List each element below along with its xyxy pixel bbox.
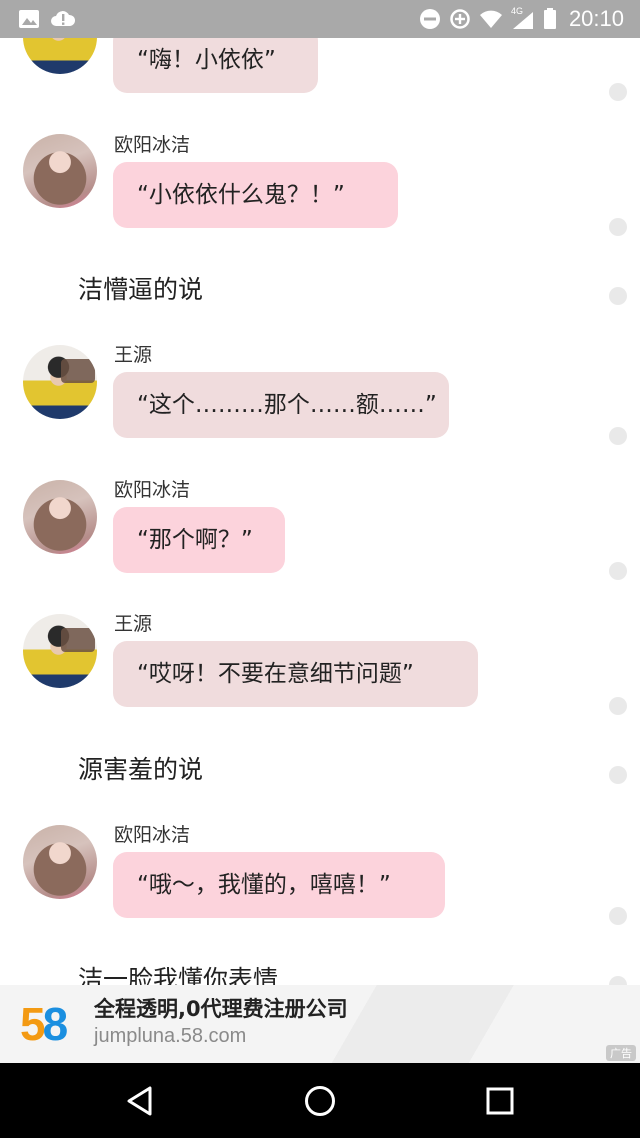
- narration-text: 源害羞的说: [78, 755, 204, 784]
- home-icon[interactable]: [302, 1083, 338, 1119]
- sender-name: 王源: [114, 613, 153, 635]
- ad-title[interactable]: 全程透明,0代理费注册公司: [94, 993, 348, 1023]
- scroll-dot: [609, 976, 627, 985]
- avatar-wang[interactable]: [23, 614, 97, 688]
- navigation-bar: [0, 1063, 640, 1138]
- scroll-dot: [609, 697, 627, 715]
- scroll-dot: [609, 907, 627, 925]
- image-icon: [19, 10, 39, 28]
- narration-text: 洁一脸我懂你表情: [78, 965, 279, 985]
- sender-name: 欧阳冰洁: [114, 824, 191, 846]
- ad-url[interactable]: jumpluna.58.com: [94, 1025, 246, 1048]
- data-saver-icon: [450, 9, 470, 29]
- ad-logo-58: 58: [20, 998, 68, 1050]
- avatar-ouyang[interactable]: [23, 480, 97, 554]
- scroll-dot: [609, 83, 627, 101]
- back-icon[interactable]: [122, 1083, 158, 1119]
- sender-name: 欧阳冰洁: [114, 479, 191, 501]
- scroll-dot: [609, 562, 627, 580]
- scroll-dot: [609, 427, 627, 445]
- network-type: 4G: [511, 6, 535, 30]
- narration-text: 洁懵逼的说: [78, 275, 204, 304]
- message-bubble[interactable]: “那个啊？”: [113, 507, 285, 573]
- avatar-ouyang[interactable]: [23, 825, 97, 899]
- ad-banner[interactable]: 58 全程透明,0代理费注册公司 jumpluna.58.com 广告: [0, 985, 640, 1063]
- scroll-dot: [609, 218, 627, 236]
- recents-icon[interactable]: [482, 1083, 518, 1119]
- alert-cloud-icon: [51, 11, 76, 26]
- sender-name: 王源: [114, 344, 153, 366]
- scroll-dot: [609, 766, 627, 784]
- sender-name: 欧阳冰洁: [114, 134, 191, 156]
- message-bubble[interactable]: “哦～，我懂的，嘻嘻！”: [113, 852, 445, 918]
- signal-icon: [512, 12, 533, 29]
- avatar-wang[interactable]: [23, 345, 97, 419]
- chat-scroll-area[interactable]: 王源 “嗨！小依依” 欧阳冰洁 “小依依什么鬼？！” 洁懵逼的说 王源 “这个……: [0, 0, 640, 985]
- avatar-ouyang[interactable]: [23, 134, 97, 208]
- status-bar: 4G 20:10: [0, 0, 640, 38]
- clock: 20:10: [568, 6, 624, 31]
- minus-circle-icon: [419, 9, 440, 29]
- ad-tag: 广告: [606, 1045, 636, 1061]
- battery-icon: [543, 8, 556, 29]
- scroll-dot: [609, 287, 627, 305]
- wifi-icon: [479, 10, 502, 28]
- message-bubble[interactable]: “小依依什么鬼？！”: [113, 162, 398, 228]
- message-bubble[interactable]: “哎呀！不要在意细节问题”: [113, 641, 478, 707]
- message-bubble[interactable]: “这个………那个……额……”: [113, 372, 449, 438]
